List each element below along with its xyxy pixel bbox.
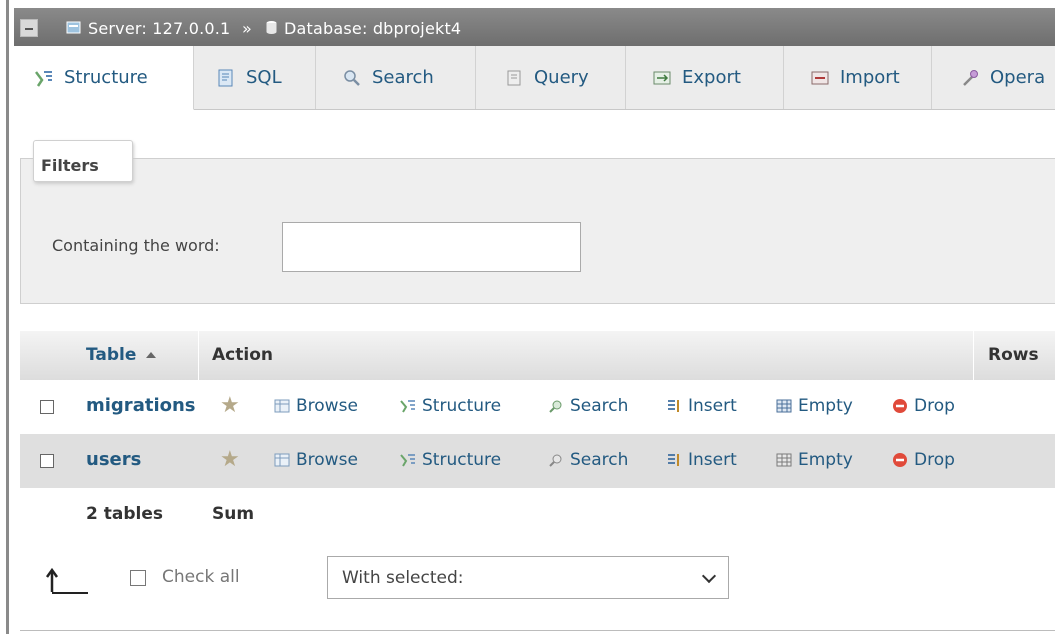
structure-icon <box>400 454 415 467</box>
tab-label: Search <box>372 67 434 88</box>
favorite-star-icon[interactable]: ★ <box>220 395 240 417</box>
database-icon <box>266 21 277 34</box>
export-icon <box>653 71 671 84</box>
column-separator <box>973 331 974 381</box>
search-icon <box>549 454 562 467</box>
browse-link[interactable]: Browse <box>274 396 358 416</box>
query-icon <box>507 70 521 85</box>
drop-icon <box>893 399 907 413</box>
breadcrumb-separator: » <box>242 19 252 38</box>
tab-query[interactable]: Query <box>476 46 626 109</box>
insert-icon <box>668 400 679 412</box>
left-border <box>6 0 9 634</box>
check-all-checkbox[interactable] <box>130 570 146 586</box>
table-name-link[interactable]: users <box>86 449 141 470</box>
tab-search[interactable]: Search <box>316 46 476 109</box>
table-name-link[interactable]: migrations <box>86 395 196 416</box>
tab-label: Import <box>840 67 900 88</box>
wrench-icon <box>963 69 978 86</box>
tab-structure[interactable]: Structure <box>14 46 194 110</box>
filter-label: Containing the word: <box>52 236 220 255</box>
empty-icon <box>776 453 792 467</box>
search-link[interactable]: Search <box>548 396 628 416</box>
row-checkbox[interactable] <box>40 400 54 414</box>
drop-link[interactable]: Drop <box>892 396 955 416</box>
header-rows[interactable]: Rows <box>988 345 1039 365</box>
column-separator <box>198 331 199 381</box>
tab-label: Opera <box>990 67 1046 88</box>
header-table[interactable]: Table <box>86 345 157 365</box>
sql-icon <box>218 69 233 86</box>
server-icon <box>66 21 81 34</box>
filters-legend: Filters <box>33 140 133 182</box>
table-count: 2 tables <box>86 504 163 524</box>
breadcrumb-database[interactable]: Database: dbprojekt4 <box>284 19 461 38</box>
check-all-label[interactable]: Check all <box>162 567 240 587</box>
filter-input[interactable] <box>282 222 581 272</box>
search-icon <box>549 400 562 413</box>
empty-link[interactable]: Empty <box>776 450 853 470</box>
structure-icon <box>35 70 52 87</box>
drop-link[interactable]: Drop <box>892 450 955 470</box>
divider <box>20 630 1055 631</box>
tab-label: Query <box>534 67 589 88</box>
table-row: migrations ★ Browse Structure Search Ins… <box>20 380 1055 434</box>
table-row: users ★ Browse Structure Search Insert E… <box>20 434 1055 488</box>
tab-operations[interactable]: Opera <box>932 46 1055 109</box>
tab-label: Export <box>682 67 741 88</box>
empty-icon <box>776 399 792 413</box>
with-selected-select[interactable]: With selected: <box>327 556 729 599</box>
empty-link[interactable]: Empty <box>776 396 853 416</box>
insert-icon <box>668 454 679 466</box>
browse-icon <box>274 453 290 467</box>
tab-sql[interactable]: SQL <box>194 46 316 109</box>
insert-link[interactable]: Insert <box>666 450 737 470</box>
breadcrumb: Server: 127.0.0.1 » Database: dbprojekt4 <box>14 8 1055 46</box>
structure-link[interactable]: Structure <box>400 396 501 416</box>
sort-asc-icon <box>146 352 157 358</box>
tab-label: SQL <box>246 67 282 88</box>
search-icon <box>344 69 360 86</box>
search-link[interactable]: Search <box>548 450 628 470</box>
drop-icon <box>893 453 907 467</box>
collapse-button[interactable] <box>20 19 38 37</box>
header-action: Action <box>212 345 273 365</box>
import-icon <box>811 71 829 84</box>
browse-link[interactable]: Browse <box>274 450 358 470</box>
row-checkbox[interactable] <box>40 454 54 468</box>
breadcrumb-server[interactable]: Server: 127.0.0.1 <box>88 19 230 38</box>
tab-label: Structure <box>64 67 148 88</box>
favorite-star-icon[interactable]: ★ <box>220 449 240 471</box>
insert-link[interactable]: Insert <box>666 396 737 416</box>
select-value: With selected: <box>342 568 464 588</box>
browse-icon <box>274 399 290 413</box>
arrow-up-icon <box>45 567 88 594</box>
chevron-down-icon <box>701 568 717 584</box>
table-header: Table Action Rows <box>20 330 1055 381</box>
tab-export[interactable]: Export <box>626 46 784 109</box>
tab-bar: Structure SQL Search Query Export Import… <box>14 46 1055 110</box>
tab-import[interactable]: Import <box>784 46 932 109</box>
structure-icon <box>400 400 415 413</box>
structure-link[interactable]: Structure <box>400 450 501 470</box>
sum-label: Sum <box>212 504 255 524</box>
table-footer: 2 tables Sum <box>20 488 1055 540</box>
